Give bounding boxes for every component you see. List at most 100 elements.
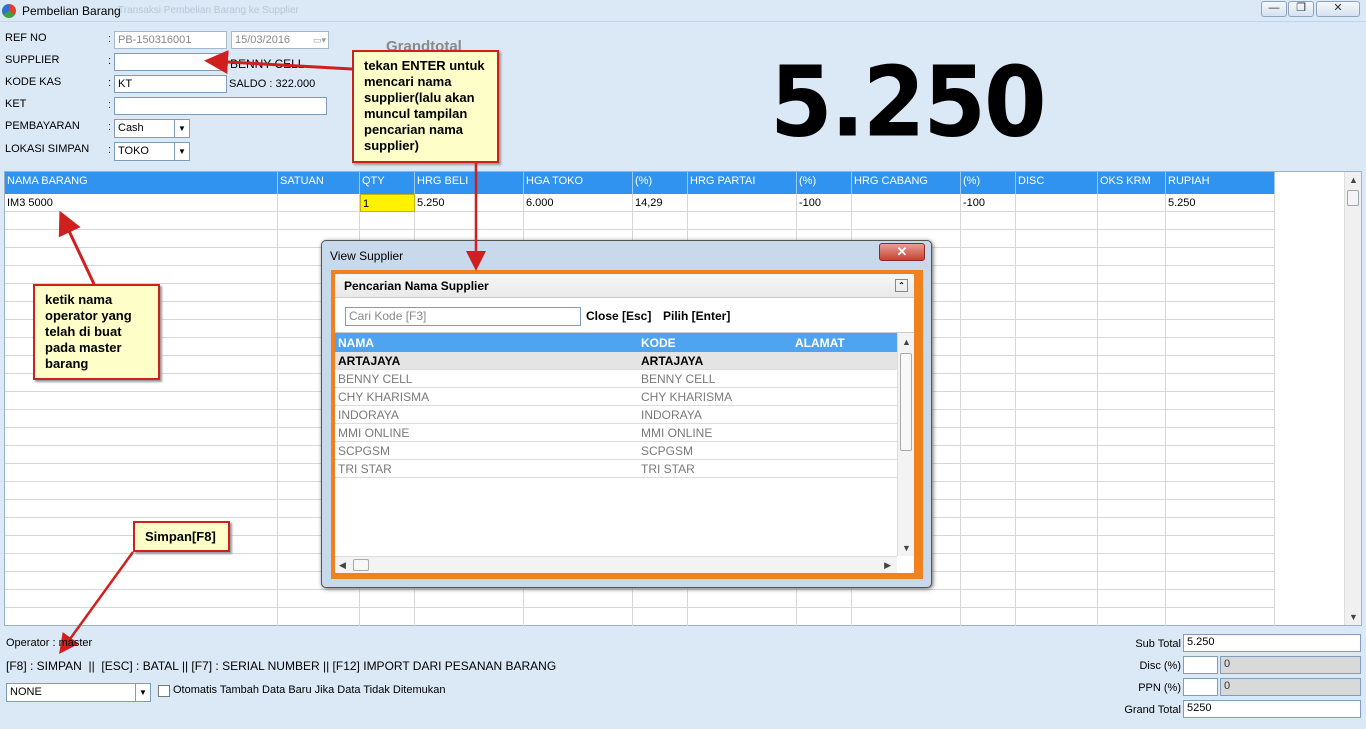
date-picker[interactable]: 15/03/2016 ▭▾: [231, 31, 329, 49]
grid-cell[interactable]: 5.250: [1166, 194, 1275, 212]
supplier-nama: ARTAJAYA: [338, 354, 401, 368]
close-link[interactable]: Close [Esc]: [586, 309, 651, 323]
scroll-right-icon[interactable]: ▶: [884, 560, 891, 571]
pembayaran-select[interactable]: Cash ▼: [114, 119, 190, 138]
scroll-left-icon[interactable]: ◀: [339, 560, 346, 571]
operator-text: Operator : master: [6, 637, 93, 649]
callout-enter: tekan ENTER untuk mencari nama supplier(…: [352, 50, 499, 163]
chevron-down-icon[interactable]: ▼: [174, 120, 189, 137]
scroll-thumb[interactable]: [1347, 190, 1359, 206]
grid-cell[interactable]: -100: [961, 194, 1016, 212]
grid-column-header[interactable]: QTY: [360, 172, 415, 194]
grid-cell[interactable]: [1098, 194, 1166, 212]
callout-simpan: Simpan[F8]: [133, 521, 230, 552]
scroll-down-icon[interactable]: ▼: [1349, 612, 1358, 622]
grid-column-header[interactable]: DISC: [1016, 172, 1098, 194]
auto-add-checkbox[interactable]: [158, 685, 170, 697]
grid-cell[interactable]: [688, 194, 797, 212]
minimize-button[interactable]: —: [1261, 1, 1287, 17]
grid-cell[interactable]: [852, 194, 961, 212]
pembayaran-value: Cash: [118, 122, 144, 134]
shortcut-bar: [F8] : SIMPAN || [ESC] : BATAL || [F7] :…: [6, 659, 557, 673]
grid-column-header[interactable]: (%): [633, 172, 688, 194]
supplier-row[interactable]: BENNY CELL BENNY CELL: [335, 370, 897, 388]
supplier-list-vscroll[interactable]: ▲ ▼: [897, 333, 914, 556]
grid-column-header[interactable]: RUPIAH: [1166, 172, 1275, 194]
grid-column-header[interactable]: NAMA BARANG: [5, 172, 278, 194]
supplier-kode: CHY KHARISMA: [641, 390, 733, 404]
supplier-kode: INDORAYA: [641, 408, 702, 422]
grid-cell[interactable]: 5.250: [415, 194, 524, 212]
ref-no-field[interactable]: PB-150316001: [114, 31, 227, 49]
grid-cell[interactable]: IM3 5000: [5, 194, 278, 212]
grid-column-header[interactable]: OKS KRM: [1098, 172, 1166, 194]
chevron-down-icon[interactable]: ▼: [174, 143, 189, 160]
ket-field[interactable]: [114, 97, 327, 115]
colon: :: [108, 55, 112, 67]
colon: :: [108, 144, 112, 156]
sub-total-label: Sub Total: [1135, 638, 1181, 650]
chevron-down-icon[interactable]: ▼: [135, 684, 150, 701]
date-value: 15/03/2016: [235, 34, 291, 46]
grid-cell[interactable]: -100: [797, 194, 852, 212]
grid-cell[interactable]: 14,29: [633, 194, 688, 212]
grid-column-header[interactable]: SATUAN: [278, 172, 360, 194]
supplier-list[interactable]: NAMA KODE ALAMAT ARTAJAYA ARTAJAYA BENNY C…: [335, 332, 914, 573]
scroll-up-icon[interactable]: ▲: [902, 337, 911, 347]
lokasi-value: TOKO: [118, 145, 149, 157]
panel-title: Pencarian Nama Supplier ⌃: [335, 274, 914, 298]
grid-vertical-scrollbar[interactable]: ▲ ▼: [1344, 172, 1361, 625]
scroll-down-icon[interactable]: ▼: [902, 543, 911, 553]
pick-link[interactable]: Pilih [Enter]: [663, 309, 730, 323]
disc-percent-field[interactable]: [1183, 656, 1218, 674]
grid-column-header[interactable]: (%): [961, 172, 1016, 194]
mode-select[interactable]: NONE ▼: [6, 683, 151, 702]
grid-column-header[interactable]: HRG PARTAI: [688, 172, 797, 194]
scroll-thumb[interactable]: [900, 353, 912, 451]
dialog-title: View Supplier: [330, 249, 404, 263]
supplier-row[interactable]: TRI STAR TRI STAR: [335, 460, 897, 478]
col-nama: NAMA: [338, 336, 374, 350]
disc-label: Disc (%): [1139, 660, 1181, 672]
grid-column-header[interactable]: HRG BELI: [415, 172, 524, 194]
supplier-row[interactable]: SCPGSM SCPGSM: [335, 442, 897, 460]
calendar-dropdown-icon[interactable]: ▭▾: [313, 33, 326, 47]
kode-kas-field[interactable]: KT: [114, 75, 227, 93]
close-window-button[interactable]: ✕: [1316, 1, 1360, 17]
grid-cell[interactable]: [278, 194, 360, 212]
maximize-button[interactable]: ❐: [1288, 1, 1314, 17]
collapse-icon[interactable]: ⌃: [895, 279, 908, 292]
grid-column-header[interactable]: (%): [797, 172, 852, 194]
grid-column-header[interactable]: HRG CABANG: [852, 172, 961, 194]
supplier-field[interactable]: [114, 53, 227, 71]
callout-operator: ketik nama operator yang telah di buat p…: [33, 284, 160, 380]
supplier-kode: SCPGSM: [641, 444, 694, 458]
grid-cell[interactable]: 6.000: [524, 194, 633, 212]
colon: :: [108, 33, 112, 45]
grid-row[interactable]: [5, 212, 1275, 230]
ppn-percent-field[interactable]: [1183, 678, 1218, 696]
auto-add-label: Otomatis Tambah Data Baru Jika Data Tida…: [173, 684, 446, 696]
app-icon: [2, 4, 16, 18]
supplier-name: BENNY CELL: [230, 57, 305, 71]
sub-total-field[interactable]: 5.250: [1183, 634, 1361, 652]
mode-value: NONE: [10, 686, 42, 698]
supplier-row[interactable]: ARTAJAYA ARTAJAYA: [335, 352, 897, 370]
scroll-up-icon[interactable]: ▲: [1349, 175, 1358, 185]
lokasi-select[interactable]: TOKO ▼: [114, 142, 190, 161]
supplier-kode: BENNY CELL: [641, 372, 716, 386]
supplier-list-hscroll[interactable]: ◀ ▶: [335, 556, 897, 573]
grid-column-header[interactable]: HGA TOKO: [524, 172, 633, 194]
supplier-row[interactable]: INDORAYA INDORAYA: [335, 406, 897, 424]
dialog-close-button[interactable]: ✕: [879, 243, 925, 261]
supplier-row[interactable]: CHY KHARISMA CHY KHARISMA: [335, 388, 897, 406]
grand-total-field[interactable]: 5250: [1183, 700, 1361, 718]
grid-cell[interactable]: 1: [360, 194, 415, 212]
scroll-thumb[interactable]: [353, 559, 369, 571]
grid-row[interactable]: [5, 590, 1275, 608]
ppn-value-field: 0: [1220, 678, 1361, 696]
grid-row[interactable]: IM3 5000 1 5.250 6.000 14,29 -100 -100 5.250: [5, 194, 1275, 212]
grid-cell[interactable]: [1016, 194, 1098, 212]
supplier-row[interactable]: MMI ONLINE MMI ONLINE: [335, 424, 897, 442]
search-code-input[interactable]: Cari Kode [F3]: [345, 307, 581, 326]
